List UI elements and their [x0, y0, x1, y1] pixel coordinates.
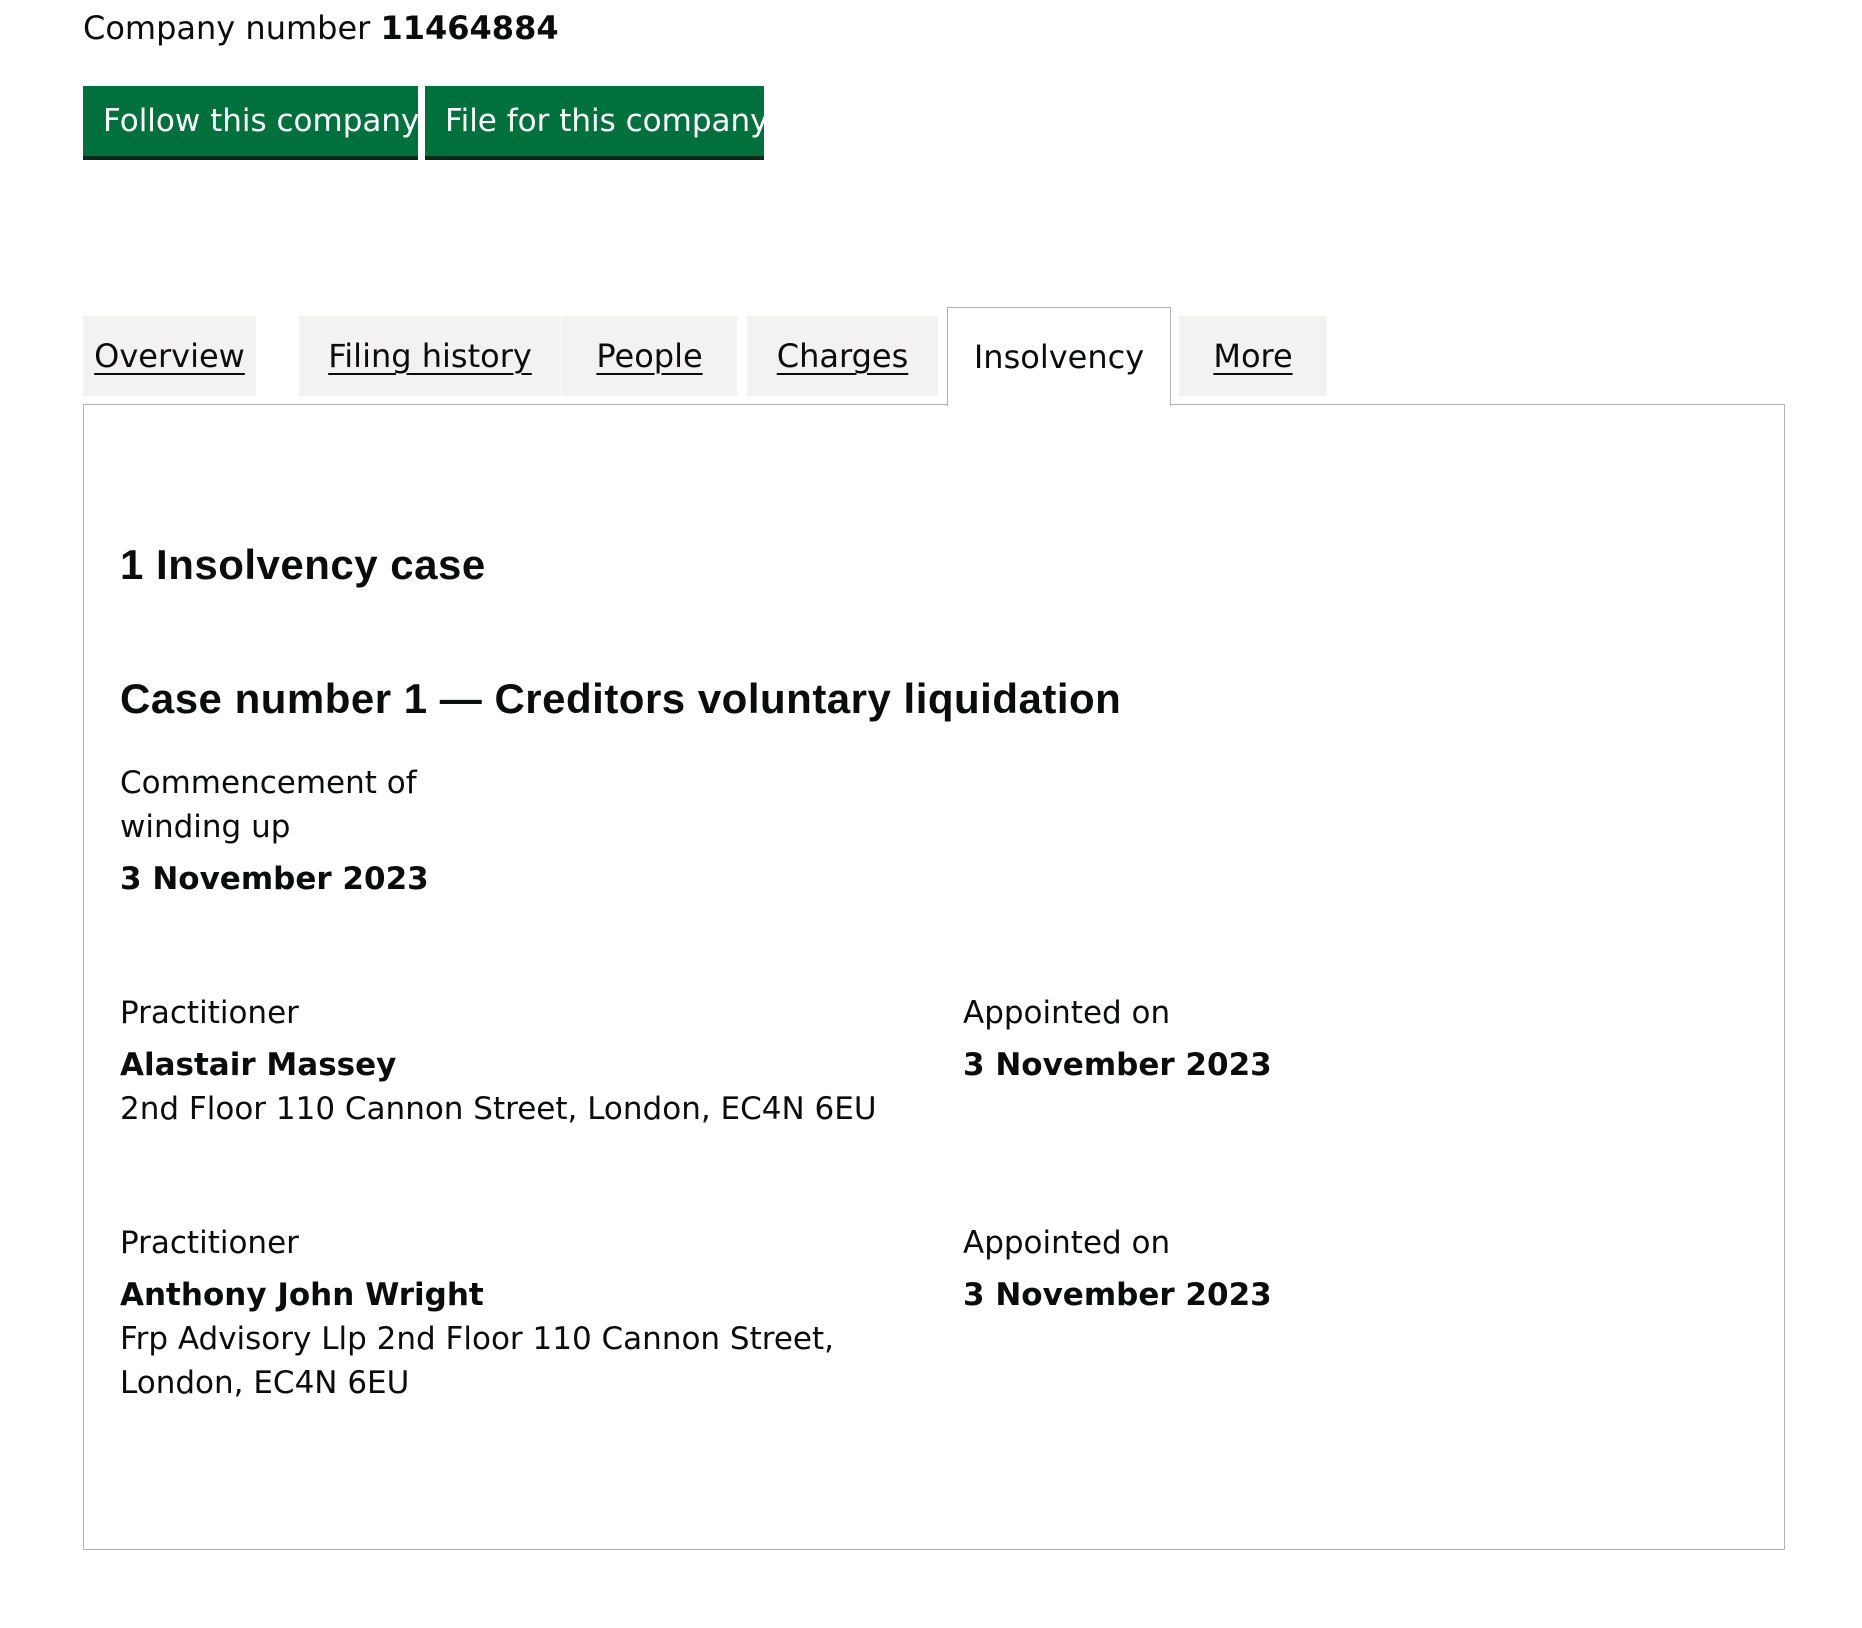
practitioner-2: Practitioner Anthony John Wright Frp Adv…: [120, 1221, 930, 1405]
commencement-block: Commencement of winding up 3 November 20…: [120, 761, 440, 901]
tab-filing-history[interactable]: Filing history: [299, 316, 561, 396]
tab-overview[interactable]: Overview: [83, 316, 256, 396]
company-number-label: Company number: [83, 9, 371, 47]
practitioner-name: Anthony John Wright: [120, 1277, 484, 1313]
tab-more-label[interactable]: More: [1213, 337, 1292, 375]
company-number: Company number 11464884: [83, 6, 559, 50]
case-heading: Case number 1 — Creditors voluntary liqu…: [120, 675, 1122, 722]
tab-overview-label[interactable]: Overview: [94, 337, 245, 375]
tab-charges-label[interactable]: Charges: [777, 337, 909, 375]
tab-filing-history-label[interactable]: Filing history: [328, 337, 532, 375]
practitioner-address: 2nd Floor 110 Cannon Street, London, EC4…: [120, 1091, 877, 1127]
appointed-date: 3 November 2023: [963, 1047, 1272, 1083]
insolvency-count-heading: 1 Insolvency case: [120, 541, 486, 588]
appointment-1: Appointed on 3 November 2023: [963, 991, 1463, 1087]
file-for-company-button[interactable]: File for this company: [425, 86, 769, 156]
tab-insolvency-label: Insolvency: [973, 338, 1145, 376]
tab-more[interactable]: More: [1179, 316, 1327, 396]
practitioner-label: Practitioner: [120, 995, 299, 1031]
action-buttons: Follow this company File for this compan…: [83, 86, 769, 156]
tab-charges[interactable]: Charges: [747, 316, 938, 396]
commencement-date: 3 November 2023: [120, 861, 429, 897]
appointed-label: Appointed on: [963, 995, 1171, 1031]
follow-company-button[interactable]: Follow this company: [83, 86, 419, 156]
practitioner-name: Alastair Massey: [120, 1047, 397, 1083]
practitioner-label: Practitioner: [120, 1225, 299, 1261]
appointment-2: Appointed on 3 November 2023: [963, 1221, 1463, 1317]
tab-people[interactable]: People: [562, 316, 737, 396]
appointed-date: 3 November 2023: [963, 1277, 1272, 1313]
tab-people-label[interactable]: People: [596, 337, 702, 375]
company-number-value: 11464884: [380, 9, 559, 47]
practitioner-1: Practitioner Alastair Massey 2nd Floor 1…: [120, 991, 930, 1131]
tab-insolvency[interactable]: Insolvency: [947, 307, 1171, 406]
insolvency-panel: 1 Insolvency case Case number 1 — Credit…: [83, 404, 1785, 1550]
appointed-label: Appointed on: [963, 1225, 1171, 1261]
commencement-label: Commencement of winding up: [120, 765, 417, 845]
practitioner-address: Frp Advisory Llp 2nd Floor 110 Cannon St…: [120, 1321, 834, 1401]
